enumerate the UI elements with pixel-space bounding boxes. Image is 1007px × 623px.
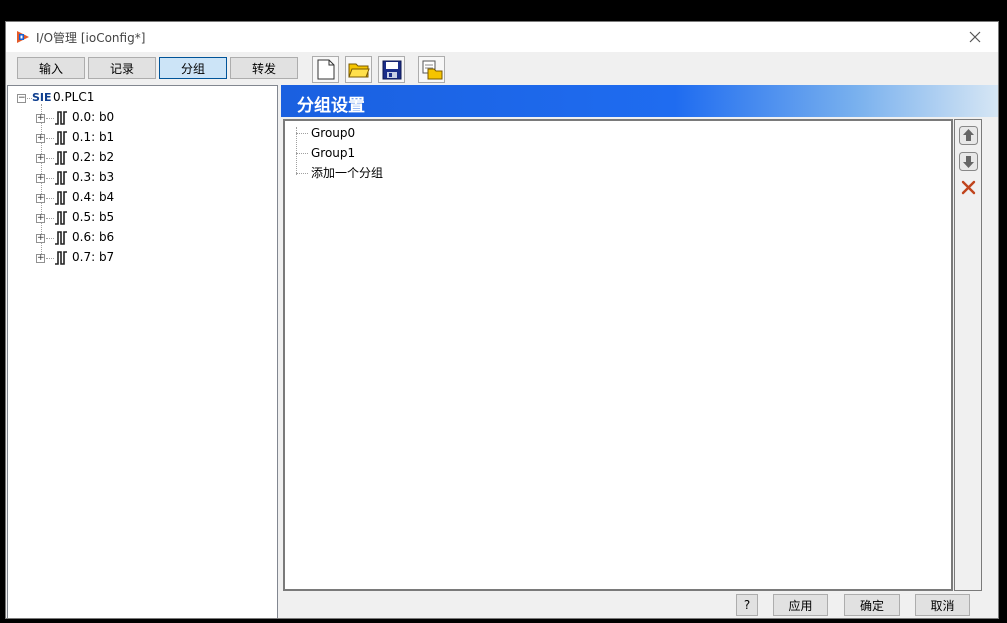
tab-input[interactable]: 输入 xyxy=(17,57,85,79)
signal-icon xyxy=(55,151,67,165)
toolbar: 输入 记录 分组 转发 xyxy=(6,54,998,84)
dialog-buttons: ? 应用 确定 取消 xyxy=(281,592,998,618)
device-tree[interactable]: − SIE 0.PLC1 + 0.0: b0 + 0.1: b1 + 0.2: … xyxy=(7,85,278,618)
delete-x-icon xyxy=(961,180,976,195)
tree-expand-toggle[interactable]: + xyxy=(36,114,45,123)
move-down-button[interactable] xyxy=(959,152,978,171)
tree-item-label: 0.6: b6 xyxy=(72,230,115,244)
save-button[interactable] xyxy=(378,56,405,83)
ok-label: 确定 xyxy=(859,598,884,613)
tree-expand-toggle[interactable]: + xyxy=(36,254,45,263)
import-button[interactable] xyxy=(418,56,445,83)
arrow-up-icon xyxy=(959,126,978,145)
tab-label: 分组 xyxy=(180,61,205,76)
signal-icon xyxy=(55,171,67,185)
cancel-label: 取消 xyxy=(930,598,955,613)
tree-item[interactable]: + 0.1: b1 xyxy=(8,128,268,148)
signal-icon xyxy=(55,111,67,125)
add-group-item[interactable]: 添加一个分组 xyxy=(311,165,383,181)
arrow-down-icon xyxy=(959,152,978,171)
tree-item[interactable]: + 0.5: b5 xyxy=(8,208,268,228)
panel-title: 分组设置 xyxy=(297,96,365,116)
tree-item-label: 0.1: b1 xyxy=(72,130,115,144)
signal-icon xyxy=(55,211,67,225)
signal-icon xyxy=(55,231,67,245)
import-icon xyxy=(422,60,442,79)
move-up-button[interactable] xyxy=(959,126,978,145)
tab-forward[interactable]: 转发 xyxy=(230,57,298,79)
tree-expand-toggle[interactable]: + xyxy=(36,234,45,243)
apply-label: 应用 xyxy=(788,598,813,613)
plc-badge: SIE xyxy=(32,91,52,104)
group-settings-header: 分组设置 xyxy=(281,85,998,117)
tree-expand-toggle[interactable]: + xyxy=(36,194,45,203)
tree-item[interactable]: + 0.6: b6 xyxy=(8,228,268,248)
signal-icon xyxy=(55,191,67,205)
tree-expand-toggle[interactable]: + xyxy=(36,134,45,143)
tab-group[interactable]: 分组 xyxy=(159,57,227,79)
cancel-button[interactable]: 取消 xyxy=(915,594,970,616)
tree-item-label: 0.0: b0 xyxy=(72,110,115,124)
tree-item-label: 0.7: b7 xyxy=(72,250,115,264)
group-item[interactable]: Group1 xyxy=(311,145,355,161)
title-bar: I/O管理 [ioConfig*] xyxy=(6,22,998,52)
tree-item-label: 0.3: b3 xyxy=(72,170,115,184)
help-button[interactable]: ? xyxy=(736,594,758,616)
close-button[interactable] xyxy=(952,22,998,52)
group-side-buttons xyxy=(954,119,982,591)
tree-root-label[interactable]: 0.PLC1 xyxy=(53,90,94,104)
tree-expand-toggle[interactable]: + xyxy=(36,154,45,163)
tab-label: 转发 xyxy=(251,61,276,76)
new-file-button[interactable] xyxy=(312,56,339,83)
apply-button[interactable]: 应用 xyxy=(773,594,828,616)
help-label: ? xyxy=(743,598,751,612)
tree-item[interactable]: + 0.2: b2 xyxy=(8,148,268,168)
io-manager-window: I/O管理 [ioConfig*] 输入 记录 分组 转发 − SIE 0.PL… xyxy=(5,21,999,619)
signal-icon xyxy=(55,131,67,145)
open-folder-button[interactable] xyxy=(345,56,372,83)
tab-label: 记录 xyxy=(109,61,134,76)
new-file-icon xyxy=(317,59,334,80)
signal-icon xyxy=(55,251,67,265)
tree-item[interactable]: + 0.4: b4 xyxy=(8,188,268,208)
tree-item[interactable]: + 0.0: b0 xyxy=(8,108,268,128)
group-list[interactable]: Group0 Group1 添加一个分组 xyxy=(283,119,953,591)
ok-button[interactable]: 确定 xyxy=(844,594,900,616)
group-item[interactable]: Group0 xyxy=(311,125,355,141)
open-folder-icon xyxy=(347,63,370,77)
tree-expand-toggle[interactable]: + xyxy=(36,174,45,183)
tab-label: 输入 xyxy=(38,61,63,76)
save-icon xyxy=(382,60,401,79)
close-icon xyxy=(969,31,981,43)
window-title: I/O管理 [ioConfig*] xyxy=(36,31,146,45)
tab-record[interactable]: 记录 xyxy=(88,57,156,79)
tree-item-label: 0.4: b4 xyxy=(72,190,115,204)
group-settings-panel: 分组设置 Group0 Group1 添加一个分组 xyxy=(281,85,998,591)
app-logo-icon xyxy=(17,31,29,43)
tree-item[interactable]: + 0.7: b7 xyxy=(8,248,268,268)
tree-expand-toggle[interactable]: + xyxy=(36,214,45,223)
tree-item[interactable]: + 0.3: b3 xyxy=(8,168,268,188)
tree-collapse-toggle[interactable]: − xyxy=(17,94,26,103)
tree-item-label: 0.2: b2 xyxy=(72,150,115,164)
tree-item-label: 0.5: b5 xyxy=(72,210,115,224)
delete-button[interactable] xyxy=(959,178,978,197)
